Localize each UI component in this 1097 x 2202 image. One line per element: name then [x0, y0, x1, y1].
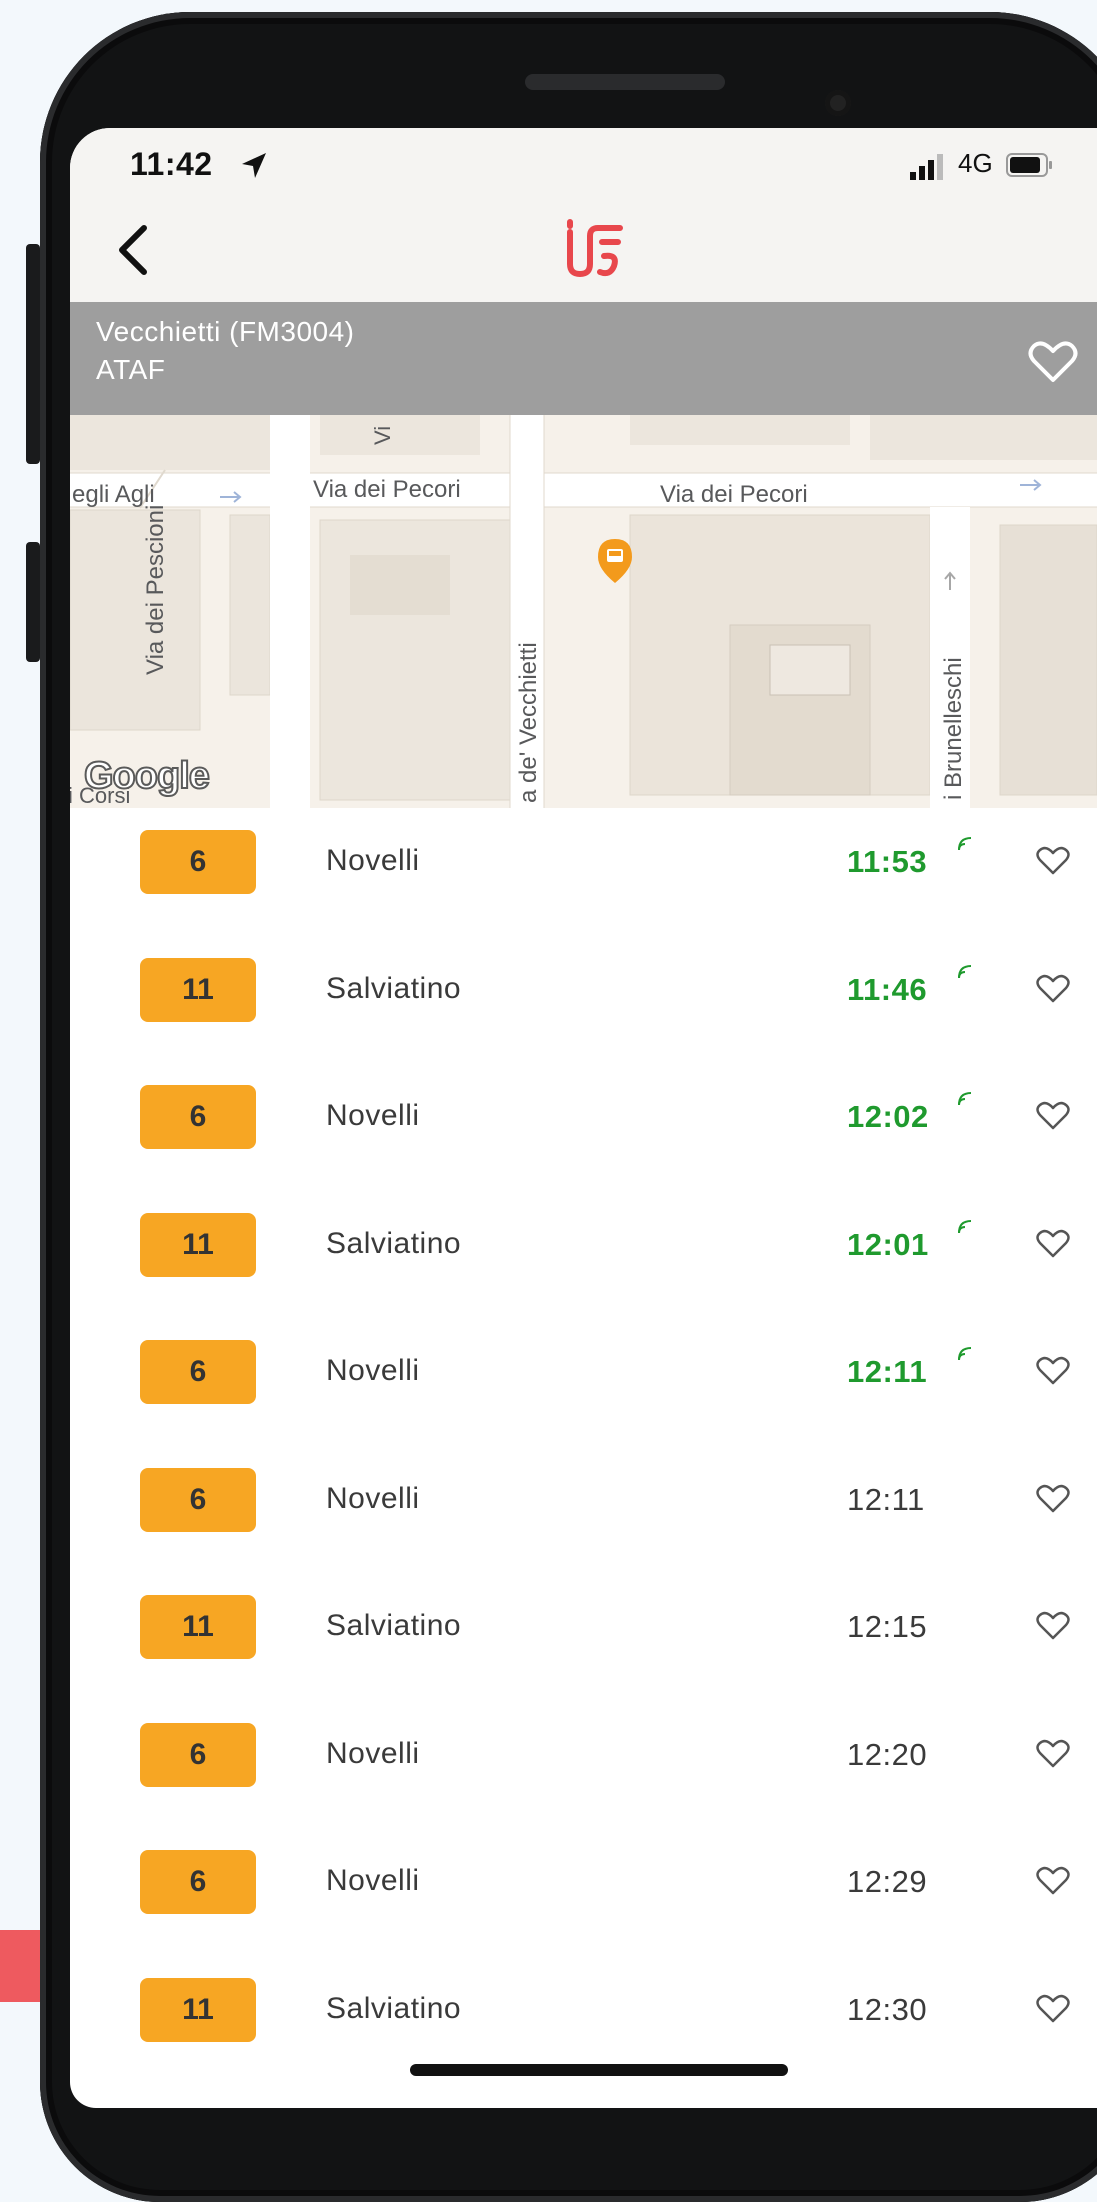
favorite-heart-icon[interactable] — [1036, 846, 1070, 876]
favorite-heart-icon[interactable] — [1036, 1101, 1070, 1131]
google-logo: Google — [83, 754, 211, 798]
destination-label: Novelli — [326, 844, 420, 877]
line-badge: 11 — [140, 1977, 256, 2042]
departure-time: 12:11 — [847, 1481, 925, 1517]
home-indicator — [410, 2064, 788, 2076]
silent-switch — [26, 542, 40, 662]
favorite-heart-icon[interactable] — [1036, 974, 1070, 1004]
earpiece-speaker — [525, 74, 725, 90]
destination-label: Novelli — [326, 1099, 420, 1132]
line-number: 6 — [189, 1100, 207, 1133]
line-number: 11 — [182, 972, 214, 1006]
street-label: Via dei Pecori — [313, 476, 461, 503]
departure-row[interactable]: 6 Novelli 11:53 — [70, 808, 1097, 936]
line-number: 11 — [182, 1610, 214, 1643]
favorite-heart-icon[interactable] — [1036, 1356, 1070, 1386]
line-badge: 6 — [140, 1340, 256, 1404]
line-number: 11 — [182, 1992, 214, 2026]
network-type: 4G — [958, 148, 993, 178]
status-bar: 11:42 4G — [70, 128, 1097, 192]
departure-row[interactable]: 11 Salviatino 12:15 — [70, 1573, 1097, 1701]
stop-header: Vecchietti (FM3004) ATAF — [70, 302, 1097, 415]
departure-time: 12:01 — [847, 1226, 929, 1262]
destination-label: Novelli — [326, 1736, 420, 1770]
status-time: 11:42 — [130, 146, 213, 182]
favorite-heart-icon[interactable] — [1036, 1611, 1070, 1641]
favorite-heart-icon[interactable] — [1036, 1739, 1070, 1769]
stop-name: Vecchietti (FM3004) — [96, 316, 355, 347]
destination-label: Salviatino — [326, 1609, 462, 1642]
line-badge: 6 — [140, 1850, 256, 1914]
destination-label: Novelli — [326, 1354, 420, 1387]
departure-time: 11:53 — [847, 844, 928, 879]
volume-button — [26, 244, 40, 464]
departure-row[interactable]: 11 Salviatino 12:01 — [70, 1191, 1097, 1319]
navigation-bar — [70, 192, 1097, 302]
departure-row[interactable]: 6 Novelli 12:02 — [70, 1063, 1097, 1191]
favorite-heart-icon[interactable] — [1036, 1994, 1070, 2024]
stop-map[interactable]: egli Agli Via dei Pecori Via dei Pecori … — [70, 415, 1097, 808]
line-badge: 11 — [140, 1595, 256, 1659]
front-camera — [825, 90, 851, 116]
realtime-signal-icon — [958, 837, 972, 851]
departure-row[interactable]: 11 Salviatino 11:46 — [70, 936, 1097, 1064]
realtime-signal-icon — [958, 1092, 972, 1106]
departure-time: 12:11 — [847, 1354, 928, 1389]
departures-list: 6 Novelli 11:53 11 Salviatino 11:46 6 No… — [70, 808, 1097, 2083]
line-badge: 11 — [140, 957, 256, 1022]
favorite-stop-heart-icon[interactable] — [1028, 340, 1078, 384]
line-badge: 6 — [140, 1085, 256, 1149]
line-number: 6 — [189, 1737, 207, 1771]
departure-row[interactable]: 6 Novelli 12:11 — [70, 1446, 1097, 1574]
realtime-signal-icon — [958, 1219, 972, 1233]
location-arrow-icon — [242, 153, 266, 178]
departure-row[interactable]: 6 Novelli 12:20 — [70, 1701, 1097, 1829]
departure-time: 12:15 — [847, 1609, 928, 1644]
favorite-heart-icon[interactable] — [1036, 1866, 1070, 1896]
street-label: Vi — [370, 425, 395, 445]
destination-label: Salviatino — [326, 1991, 462, 2025]
line-number: 6 — [189, 1865, 207, 1898]
favorite-heart-icon[interactable] — [1036, 1229, 1070, 1259]
street-label: i Brunelleschi — [940, 657, 967, 800]
line-badge: 11 — [140, 1212, 256, 1277]
realtime-signal-icon — [958, 1347, 972, 1361]
departure-time: 12:30 — [847, 1991, 928, 2027]
battery-icon — [1006, 153, 1052, 177]
departure-time: 11:46 — [847, 971, 928, 1007]
app-logo-icon — [567, 219, 623, 278]
street-label: a de' Vecchietti — [515, 642, 542, 803]
line-number: 6 — [189, 1482, 207, 1516]
destination-label: Novelli — [326, 1864, 420, 1897]
line-number: 11 — [182, 1227, 214, 1261]
stop-agency: ATAF — [96, 354, 166, 385]
realtime-signal-icon — [958, 964, 972, 978]
favorite-heart-icon[interactable] — [1036, 1484, 1070, 1514]
line-number: 6 — [189, 1355, 207, 1388]
app-screen: 11:42 4G Vecchietti (FM3004) ATAF egli A… — [70, 128, 1097, 2108]
destination-label: Salviatino — [326, 971, 462, 1005]
departure-time: 12:29 — [847, 1864, 928, 1899]
street-label: Via dei Pescioni — [142, 504, 169, 675]
departure-time: 12:20 — [847, 1736, 928, 1772]
departure-row[interactable]: 6 Novelli 12:11 — [70, 1318, 1097, 1446]
departure-row[interactable]: 6 Novelli 12:29 — [70, 1828, 1097, 1956]
line-badge: 6 — [140, 1467, 256, 1532]
departure-time: 12:02 — [847, 1099, 929, 1134]
back-chevron-icon[interactable] — [108, 220, 158, 280]
line-badge: 6 — [140, 1722, 256, 1787]
street-label: Via dei Pecori — [660, 481, 808, 508]
destination-label: Salviatino — [326, 1226, 462, 1260]
line-number: 6 — [189, 845, 207, 878]
signal-strength-icon — [910, 154, 943, 180]
line-badge: 6 — [140, 830, 256, 894]
destination-label: Novelli — [326, 1481, 420, 1515]
